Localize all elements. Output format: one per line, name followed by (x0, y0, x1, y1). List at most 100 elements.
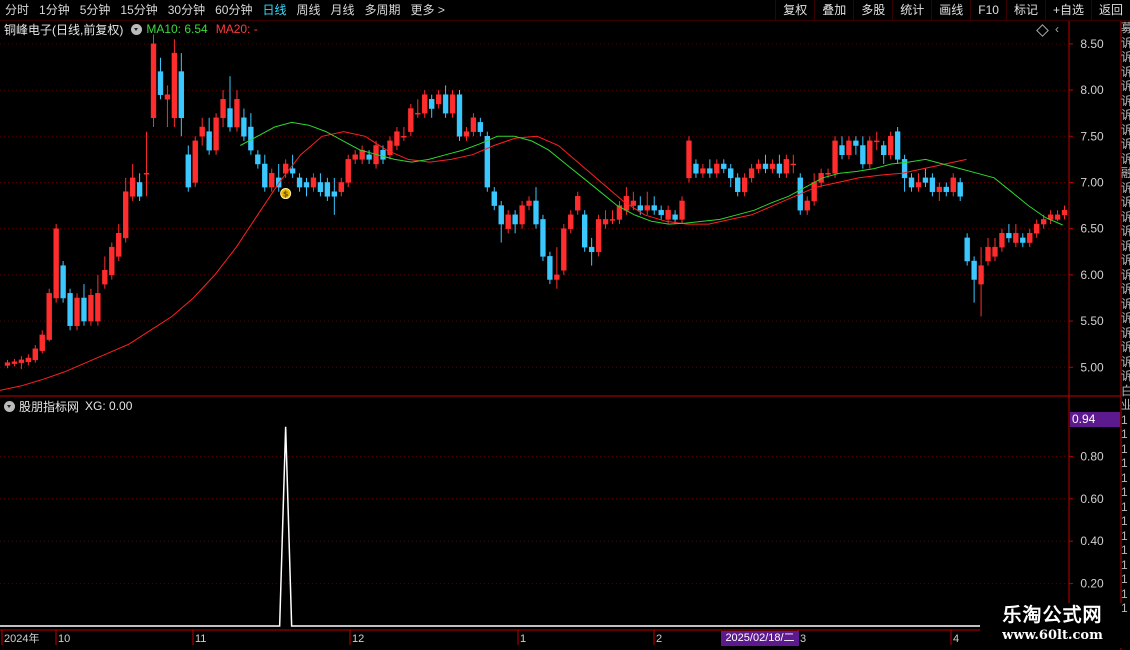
candle-body (839, 145, 845, 155)
candle-body (825, 172, 831, 175)
side-panel-char: 诉 (1121, 354, 1130, 369)
candle-body (588, 246, 595, 253)
candle-body (686, 140, 692, 179)
candle-body (4, 362, 11, 366)
price-tick-label: 8.50 (1080, 37, 1104, 51)
candle-body (943, 186, 949, 192)
indicator-title: 股朋指标网 (19, 399, 80, 414)
candle-body (95, 293, 101, 322)
candle-body (755, 163, 762, 169)
indicator-tick-label: 0.80 (1080, 449, 1104, 463)
side-panel-char: 1 (1121, 427, 1128, 441)
chevron-left-icon[interactable]: ‹ (1055, 22, 1059, 36)
kline-chart: 8.50 8.00 7.50 7.00 6.50 6.00 5.50 5.00 0.80 0.60… (0, 21, 1122, 650)
candle-body (143, 172, 150, 175)
stock-title: 铜峰电子(日线,前复权) (4, 22, 124, 37)
watermark-title: 乐淘公式网 (1002, 604, 1103, 626)
side-panel-char: 1 (1121, 470, 1128, 485)
indicator-legend: 股朋指标网 XG: 0.00 (4, 398, 132, 414)
candle-body (303, 182, 310, 188)
candle-body (310, 177, 317, 188)
side-panel-char: 1 (1121, 601, 1128, 615)
candle-body (950, 177, 956, 192)
side-panel-char: 诉 (1121, 238, 1130, 253)
candle-body (630, 200, 637, 206)
candle-body (721, 163, 727, 169)
candle-body (164, 94, 171, 100)
indicator-value-box: 0.94 (1070, 412, 1120, 427)
side-panel-char: 诉 (1121, 151, 1130, 166)
crosshair-date-box: 2025/02/18/二 (721, 631, 799, 646)
side-panel-char: 诉 (1121, 195, 1130, 209)
candle-body (741, 177, 748, 192)
candle-body (602, 219, 609, 225)
candle-body (714, 163, 720, 174)
side-panel-char: 诉 (1121, 137, 1130, 151)
candle-body (874, 140, 880, 143)
candle-body (1006, 233, 1012, 239)
candle-body (519, 205, 525, 225)
candle-body (39, 334, 45, 351)
indicator-dropdown-icon[interactable] (4, 400, 15, 412)
candle-body (665, 209, 671, 220)
candle-body (289, 168, 296, 174)
candle-body (206, 131, 212, 151)
candle-body (25, 357, 32, 362)
price-tick-label: 8.00 (1080, 83, 1104, 97)
candle-body (442, 94, 449, 114)
side-panel-char: 1 (1121, 499, 1128, 514)
candle-body (157, 71, 164, 95)
candle-body (109, 246, 115, 276)
candle-body (971, 260, 977, 280)
candle-body (1020, 237, 1026, 243)
candle-body (136, 182, 143, 197)
time-tick-label: 12 (352, 633, 364, 645)
candle-body (74, 297, 80, 326)
candle-body (345, 159, 351, 183)
candle-body (1034, 223, 1040, 234)
candle-body (408, 108, 414, 132)
side-panel-char: 诉 (1121, 340, 1130, 354)
watermark: 乐淘公式网 www.60lt.com (980, 603, 1125, 648)
candle-body (992, 246, 998, 257)
candle-body (255, 154, 261, 165)
price-tick-label: 6.00 (1080, 268, 1104, 282)
candle-body (1040, 219, 1047, 225)
candle-body (609, 219, 616, 221)
candle-body (547, 256, 553, 280)
candle-body (769, 163, 776, 169)
side-panel-char: 诉 (1121, 296, 1130, 311)
candle-body (269, 172, 275, 188)
side-panel-char: 1 (1121, 572, 1128, 586)
candle-body (894, 131, 901, 160)
candle-body (644, 205, 650, 211)
candle-body (964, 237, 970, 262)
candle-body (81, 297, 87, 322)
side-panel-char: 募 (1121, 21, 1130, 35)
price-tick-label: 5.50 (1080, 314, 1104, 328)
candle-body (867, 140, 873, 165)
time-tick-label: 1 (520, 633, 526, 645)
indicator-tick-label: 0.20 (1080, 577, 1104, 591)
side-panel-char: 诉 (1121, 209, 1130, 224)
candle-body (1054, 214, 1061, 220)
candle-body (887, 136, 894, 155)
candle-body (999, 233, 1005, 248)
side-panel-char: 诉 (1121, 50, 1130, 64)
ma10-label: MA10: 6.54 (146, 22, 208, 36)
candle-body (241, 117, 247, 137)
candle-body (11, 361, 18, 364)
price-tick-label: 6.50 (1080, 222, 1104, 236)
candle-body (116, 233, 122, 257)
candle-body (505, 214, 511, 229)
candle-body (429, 99, 435, 109)
candle-body (470, 117, 477, 132)
candle-body (922, 177, 929, 183)
candle-body (672, 214, 678, 220)
side-panel-char: 诉 (1121, 35, 1130, 50)
candle-body (853, 140, 859, 146)
chart-dropdown-icon[interactable] (131, 23, 143, 35)
candle-body (804, 200, 810, 211)
side-panel-char: 诉 (1121, 64, 1130, 79)
side-panel-char: 1 (1121, 557, 1128, 572)
